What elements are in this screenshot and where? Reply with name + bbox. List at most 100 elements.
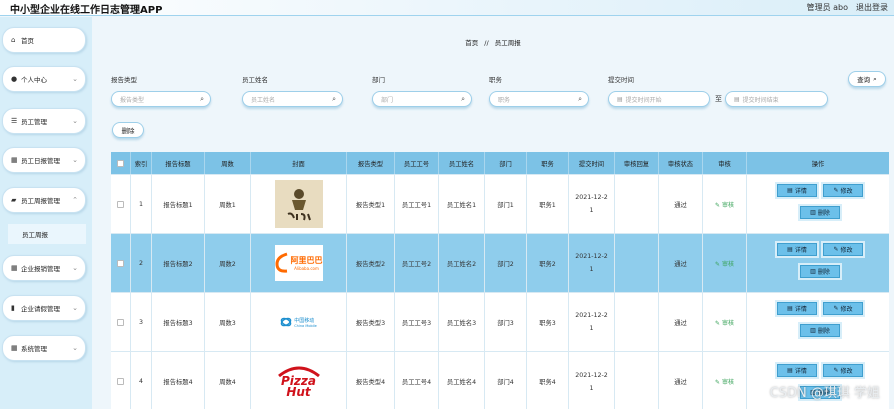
top-right-area: 管理员 abo 退出登录 (807, 2, 888, 13)
employee-name-label: 员工姓名 (242, 76, 268, 84)
cover-image-pizza-store-logo (274, 180, 323, 228)
search-button[interactable]: 查询 ⌕ (848, 71, 886, 87)
search-icon: ⌕ (578, 95, 582, 103)
search-icon: ⌕ (873, 74, 877, 83)
trash-icon: ▥ (810, 327, 816, 334)
cell-emp-no: 员工工号3 (395, 293, 439, 351)
cell-position: 职务3 (527, 293, 569, 351)
detail-button[interactable]: ▤ 详情 (777, 243, 817, 256)
cell-emp-no: 员工工号2 (395, 234, 439, 292)
breadcrumb-current: 员工周报 (494, 39, 521, 47)
delete-button[interactable]: ▥ 删除 (800, 324, 840, 337)
delete-button[interactable]: ▥ 删除 (800, 265, 840, 278)
detail-button[interactable]: ▤ 详情 (777, 184, 817, 197)
sidebar-item-label: 系统管理 (21, 345, 47, 353)
user-icon: ● (11, 75, 18, 83)
china-mobile-logo-en: China Mobile (294, 323, 317, 328)
cell-week: 周数3 (205, 293, 251, 351)
column-header: 审核状态 (659, 152, 703, 174)
detail-button[interactable]: ▤ 详情 (777, 302, 817, 315)
cell-week: 周数4 (205, 352, 251, 409)
home-icon: ⌂ (11, 36, 16, 44)
cell-submit-time: 2021-12-2 1 (569, 175, 615, 233)
table-row[interactable]: 2 报告标题2 周数2 阿里巴巴 Alibaba.com 报告类型2 员工工号2… (111, 233, 889, 292)
cell-actions: ▤ 详情 ✎ 修改 ▥ 删除 (747, 234, 889, 292)
cover-image-pizza-hut-logo: Pizza Hut (275, 358, 323, 406)
trash-icon: ▥ (810, 268, 816, 275)
edit-icon: ✎ (833, 305, 839, 312)
pizza-store-logo-icon (287, 189, 311, 221)
chevron-down-icon: ⌄ (72, 304, 78, 312)
cell-cover: 中国移动 China Mobile (251, 293, 347, 351)
sidebar-item-system[interactable]: ▦ 系统管理 ⌄ (2, 335, 86, 361)
edit-button[interactable]: ✎ 修改 (823, 302, 863, 315)
audit-link[interactable]: ✎ 审核 (715, 200, 734, 209)
submit-time-end-input[interactable]: ▤ 提交时间结束 (725, 91, 828, 107)
cell-emp-name: 员工姓名3 (439, 293, 485, 351)
checkbox-icon[interactable] (117, 159, 124, 167)
delete-button[interactable]: ▥ 删除 (800, 206, 840, 219)
search-icon: ⌕ (461, 95, 465, 103)
column-header: 职务 (527, 152, 569, 174)
cell-cover: 阿里巴巴 Alibaba.com (251, 234, 347, 292)
detail-button[interactable]: ▤ 详情 (777, 364, 817, 377)
audit-link[interactable]: ✎ 审核 (715, 377, 734, 386)
cell-status: 通过 (659, 352, 703, 409)
column-header: 报告标题 (152, 152, 205, 174)
report-type-input[interactable]: 报告类型 ⌕ (111, 91, 211, 107)
audit-link[interactable]: ✎ 审核 (715, 318, 734, 327)
sidebar-item-label: 首页 (21, 37, 34, 45)
csdn-watermark: CSDN @琪琪 学姐 (769, 386, 880, 401)
cell-title: 报告标题2 (152, 234, 205, 292)
submit-time-start-input[interactable]: ▤ 提交时间开始 (608, 91, 710, 107)
department-input[interactable]: 部门 ⌕ (372, 91, 472, 107)
header-select-all[interactable] (111, 152, 131, 174)
chevron-down-icon: ⌄ (72, 344, 78, 352)
cell-status: 通过 (659, 175, 703, 233)
cell-emp-name: 员工姓名1 (439, 175, 485, 233)
chevron-up-icon: ⌃ (72, 196, 78, 204)
cell-reply (615, 234, 659, 292)
table-row[interactable]: 1 报告标题1 周数1 报告类型1 员工工号1 员工姓名1 部门1 职务1 20… (111, 174, 889, 233)
batch-delete-button[interactable]: 删除 (112, 122, 144, 138)
sidebar-item-leave[interactable]: ▮ 企业请假管理 ⌄ (2, 295, 86, 321)
sidebar-item-personal-center[interactable]: ● 个人中心 ⌄ (2, 66, 86, 92)
china-mobile-logo-text: 中国移动 (294, 317, 315, 324)
alibaba-logo-domain: Alibaba.com (294, 266, 319, 271)
bar-chart-icon: ▮ (11, 304, 15, 312)
cell-title: 报告标题3 (152, 293, 205, 351)
cell-title: 报告标题1 (152, 175, 205, 233)
sidebar-item-daily-report[interactable]: ▦ 员工日报管理 ⌄ (2, 147, 86, 173)
sidebar-item-weekly-report[interactable]: ▰ 员工周报管理 ⌃ (2, 187, 86, 213)
edit-button[interactable]: ✎ 修改 (823, 243, 863, 256)
sidebar-item-employee-management[interactable]: ☰ 员工管理 ⌄ (2, 108, 86, 134)
row-checkbox[interactable] (117, 259, 124, 267)
breadcrumb-home[interactable]: 首页 (465, 39, 478, 47)
audit-link[interactable]: ✎ 审核 (715, 259, 734, 268)
grid-icon: ▦ (11, 344, 18, 352)
row-checkbox[interactable] (117, 318, 124, 326)
alibaba-logo-text: 阿里巴巴 (290, 256, 323, 265)
date-range-separator: 至 (715, 95, 722, 103)
column-header: 操作 (811, 160, 825, 168)
logout-link[interactable]: 退出登录 (856, 2, 888, 13)
edit-button[interactable]: ✎ 修改 (823, 184, 863, 197)
chevron-down-icon: ⌄ (72, 117, 78, 125)
sidebar-item-reimbursement[interactable]: ▦ 企业报销管理 ⌄ (2, 255, 86, 281)
cell-dept: 部门4 (485, 352, 527, 409)
position-input[interactable]: 职务 ⌕ (489, 91, 589, 107)
table-row[interactable]: 3 报告标题3 周数3 中国移动 China Mobile 报告类型3 员工工号… (111, 292, 889, 351)
calendar-icon: ▤ (617, 95, 623, 103)
sidebar-item-home[interactable]: ⌂ 首页 (2, 27, 86, 53)
row-checkbox[interactable] (117, 200, 124, 208)
chevron-down-icon: ⌄ (72, 264, 78, 272)
edit-button[interactable]: ✎ 修改 (823, 364, 863, 377)
cell-emp-name: 员工姓名2 (439, 234, 485, 292)
cover-image-china-mobile-logo: 中国移动 China Mobile (275, 307, 323, 337)
row-checkbox[interactable] (117, 378, 124, 385)
cell-position: 职务2 (527, 234, 569, 292)
sidebar-subitem-weekly[interactable]: 员工周报 (8, 224, 86, 244)
cell-actions: ▤ 详情 ✎ 修改 ▥ 删除 (747, 175, 889, 233)
employee-name-input[interactable]: 员工姓名 ⌕ (242, 91, 343, 107)
sliders-icon: ☰ (11, 117, 18, 125)
